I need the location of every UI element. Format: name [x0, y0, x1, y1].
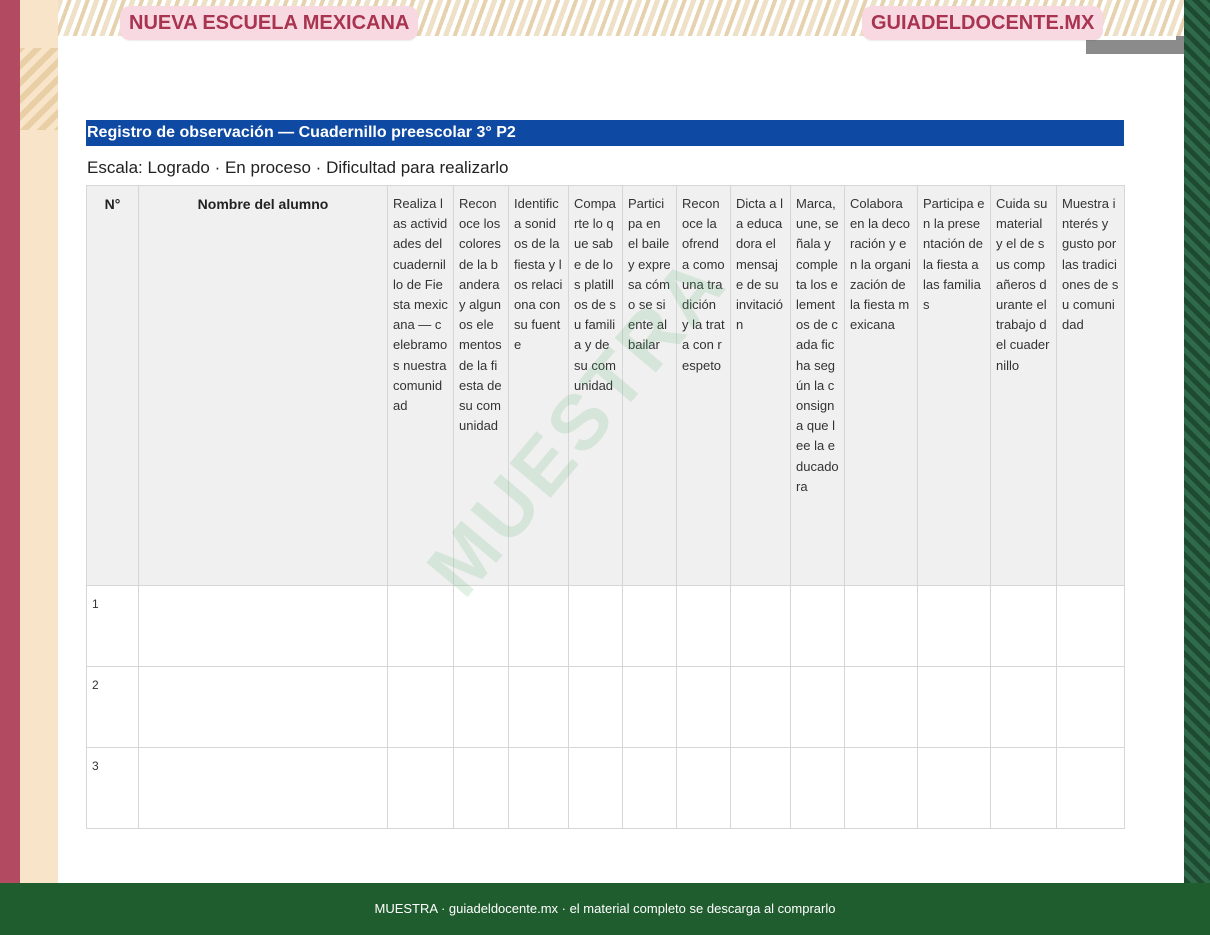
indicator-cell[interactable]	[844, 666, 918, 748]
row-number: 2	[86, 666, 139, 748]
indicator-cell[interactable]	[730, 747, 791, 829]
observation-table: N° Nombre del alumno Realiza las activid…	[86, 185, 1125, 829]
indicator-cell[interactable]	[508, 585, 569, 667]
header-indicator: Realiza las actividades del cuadernillo …	[387, 185, 454, 586]
header-indicator: Comparte lo que sabe de los platillos de…	[568, 185, 623, 586]
indicator-cell[interactable]	[568, 666, 623, 748]
indicator-cell[interactable]	[1056, 747, 1125, 829]
row-number: 1	[86, 585, 139, 667]
header-indicator: Participa en la presentación de la fiest…	[917, 185, 991, 586]
indicator-cell[interactable]	[453, 747, 509, 829]
indicator-cell[interactable]	[387, 585, 454, 667]
document-title: Registro de observación — Cuadernillo pr…	[86, 120, 1124, 146]
indicator-cell[interactable]	[844, 747, 918, 829]
indicator-cell[interactable]	[622, 666, 677, 748]
indicator-cell[interactable]	[387, 747, 454, 829]
student-name-cell[interactable]	[138, 666, 388, 748]
header-indicator: Reconoce los colores de la bandera y alg…	[453, 185, 509, 586]
indicator-cell[interactable]	[917, 666, 991, 748]
table-row: 3	[86, 747, 1125, 829]
header-indicator: Marca, une, señala y completa los elemen…	[790, 185, 845, 586]
header-indicator: Cuida su material y el de sus compañeros…	[990, 185, 1057, 586]
indicator-cell[interactable]	[508, 666, 569, 748]
indicator-cell[interactable]	[990, 585, 1057, 667]
row-number: 3	[86, 747, 139, 829]
student-name-cell[interactable]	[138, 747, 388, 829]
indicator-cell[interactable]	[790, 666, 845, 748]
evaluation-scale: Escala: Logrado · En proceso · Dificulta…	[87, 158, 509, 177]
indicator-cell[interactable]	[387, 666, 454, 748]
indicator-cell[interactable]	[1056, 666, 1125, 748]
indicator-cell[interactable]	[676, 747, 731, 829]
right-decorative-border	[1184, 0, 1210, 883]
header-indicator: Muestra interés y gusto por las tradicio…	[1056, 185, 1125, 586]
indicator-cell[interactable]	[990, 747, 1057, 829]
header-indicator: Dicta a la educadora el mensaje de su in…	[730, 185, 791, 586]
indicator-cell[interactable]	[622, 747, 677, 829]
indicator-cell[interactable]	[790, 747, 845, 829]
header-indicator: Identifica sonidos de la fiesta y los re…	[508, 185, 569, 586]
student-name-cell[interactable]	[138, 585, 388, 667]
indicator-cell[interactable]	[790, 585, 845, 667]
indicator-cell[interactable]	[568, 585, 623, 667]
footer-notice: MUESTRA · guiadeldocente.mx · el materia…	[0, 883, 1210, 935]
left-pink-stripe	[0, 0, 20, 883]
header-number: N°	[86, 185, 139, 586]
indicator-cell[interactable]	[917, 747, 991, 829]
indicator-cell[interactable]	[676, 585, 731, 667]
header-indicator: Reconoce la ofrenda como una tradición y…	[676, 185, 731, 586]
indicator-cell[interactable]	[730, 666, 791, 748]
indicator-cell[interactable]	[568, 747, 623, 829]
indicator-cell[interactable]	[622, 585, 677, 667]
indicator-cell[interactable]	[453, 666, 509, 748]
table-row: 2	[86, 666, 1125, 748]
indicator-cell[interactable]	[676, 666, 731, 748]
indicator-cell[interactable]	[917, 585, 991, 667]
table-header-row: N° Nombre del alumno Realiza las activid…	[86, 185, 1125, 586]
indicator-cell[interactable]	[1056, 585, 1125, 667]
indicator-cell[interactable]	[730, 585, 791, 667]
indicator-cell[interactable]	[844, 585, 918, 667]
nueva-escuela-badge: NUEVA ESCUELA MEXICANA	[120, 6, 419, 40]
indicator-cell[interactable]	[508, 747, 569, 829]
indicator-cell[interactable]	[453, 585, 509, 667]
indicator-cell[interactable]	[990, 666, 1057, 748]
site-badge: GUIADELDOCENTE.MX	[862, 6, 1104, 40]
table-row: 1	[86, 585, 1125, 667]
header-indicator: Colabora en la decoración y en la organi…	[844, 185, 918, 586]
header-indicator: Participa en el baile y expresa cómo se …	[622, 185, 677, 586]
header-student-name: Nombre del alumno	[138, 185, 388, 586]
